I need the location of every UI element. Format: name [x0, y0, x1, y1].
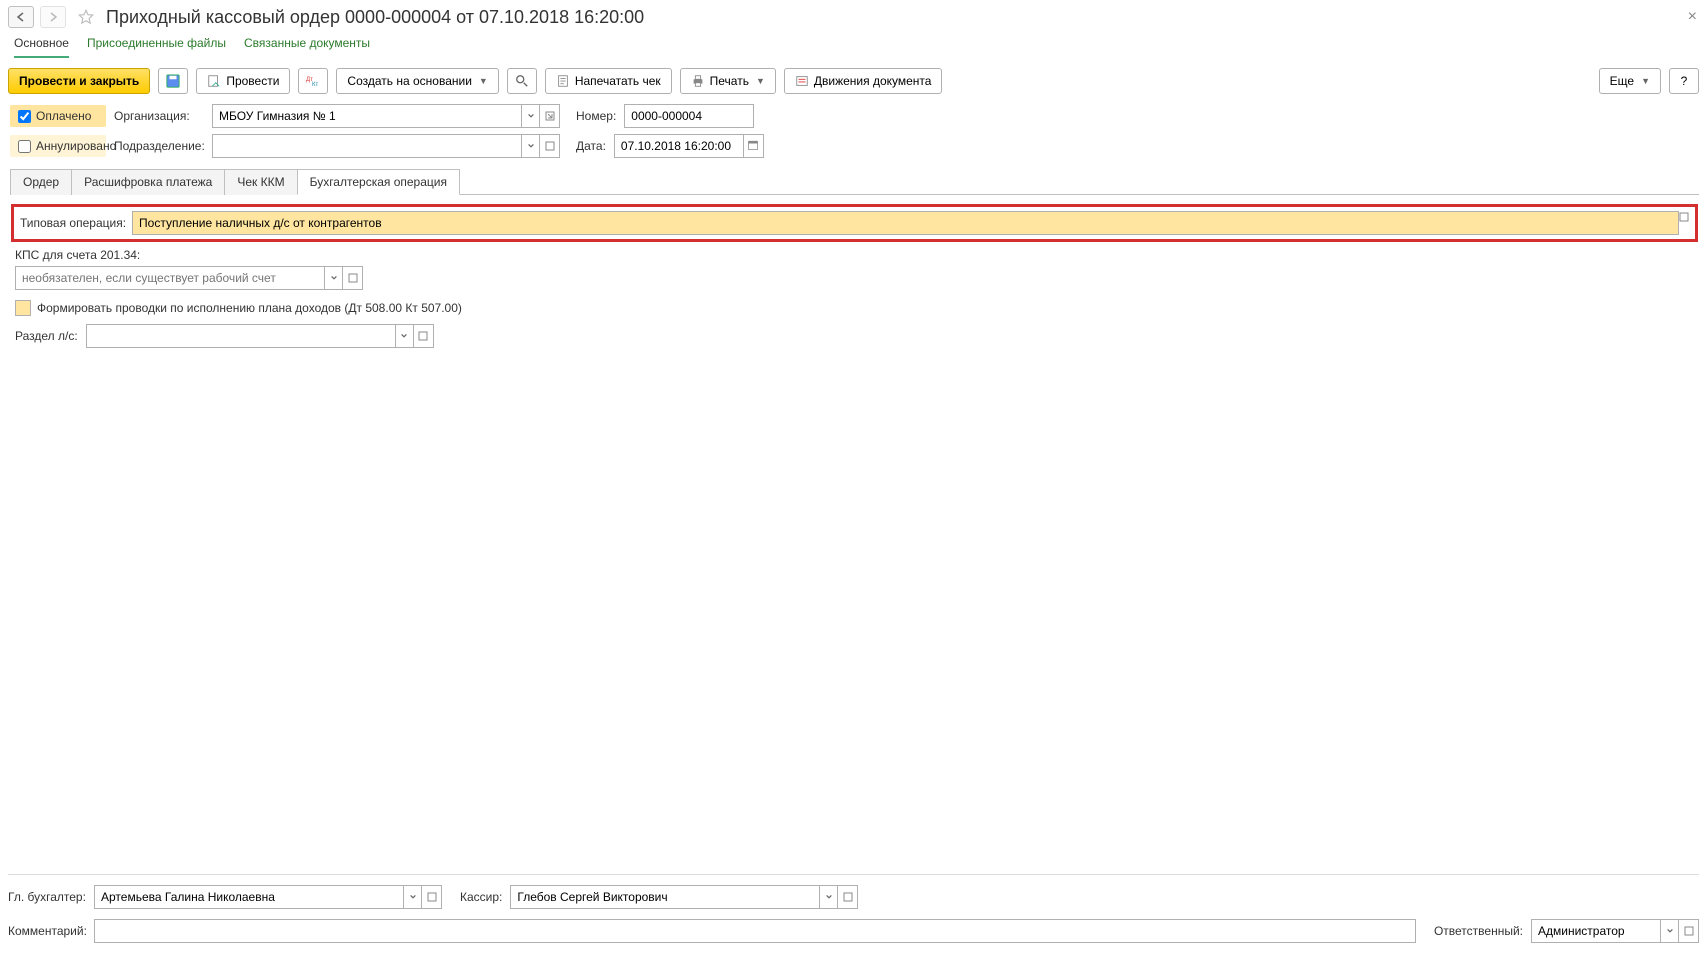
comment-label: Комментарий:: [8, 924, 86, 938]
nav-forward-button[interactable]: [40, 6, 66, 28]
post-icon: [207, 74, 221, 88]
save-button[interactable]: [158, 68, 188, 94]
page-title: Приходный кассовый ордер 0000-000004 от …: [106, 7, 644, 28]
section-input[interactable]: [86, 324, 396, 348]
nav-back-button[interactable]: [8, 6, 34, 28]
date-picker-button[interactable]: [744, 134, 764, 158]
cashier-dropdown[interactable]: [820, 885, 838, 909]
subnav-related-docs[interactable]: Связанные документы: [244, 36, 370, 58]
tab-kkm[interactable]: Чек ККМ: [224, 169, 297, 195]
cancelled-checkbox[interactable]: [18, 140, 31, 153]
section-open[interactable]: [414, 324, 434, 348]
calendar-icon: [747, 139, 759, 154]
kps-dropdown[interactable]: [325, 266, 343, 290]
tab-decoding[interactable]: Расшифровка платежа: [71, 169, 225, 195]
dept-dropdown[interactable]: [522, 134, 540, 158]
dept-open[interactable]: [540, 134, 560, 158]
movements-icon: [795, 74, 809, 88]
subnav-main[interactable]: Основное: [14, 36, 69, 58]
dt-kt-button[interactable]: ДтКт: [298, 68, 328, 94]
help-button[interactable]: ?: [1669, 68, 1699, 94]
kps-input[interactable]: [15, 266, 325, 290]
chief-acc-input[interactable]: [94, 885, 404, 909]
typical-op-label: Типовая операция:: [20, 216, 126, 230]
section-dropdown[interactable]: [396, 324, 414, 348]
print-check-button[interactable]: Напечатать чек: [545, 68, 672, 94]
paid-checkbox[interactable]: [18, 110, 31, 123]
receipt-icon: [556, 74, 570, 88]
form-entries-label: Формировать проводки по исполнению плана…: [37, 301, 462, 315]
search-icon: [515, 74, 529, 88]
close-icon[interactable]: ×: [1688, 8, 1697, 26]
print-icon: [691, 74, 705, 88]
responsible-open[interactable]: [1679, 919, 1699, 943]
tabs: Ордер Расшифровка платежа Чек ККМ Бухгал…: [10, 168, 1699, 195]
org-open[interactable]: [540, 104, 560, 128]
tab-order[interactable]: Ордер: [10, 169, 72, 195]
print-button[interactable]: Печать▼: [680, 68, 776, 94]
date-input[interactable]: [614, 134, 744, 158]
post-and-close-button[interactable]: Провести и закрыть: [8, 68, 150, 94]
subnav-attached-files[interactable]: Присоединенные файлы: [87, 36, 226, 58]
typical-op-open[interactable]: [1679, 211, 1689, 235]
toolbar: Провести и закрыть Провести ДтКт Создать…: [8, 68, 1699, 94]
typical-operation-highlight: Типовая операция:: [11, 204, 1698, 242]
svg-text:Кт: Кт: [312, 82, 318, 88]
favorite-star-icon[interactable]: [76, 7, 96, 27]
dept-label: Подразделение:: [114, 139, 204, 153]
post-button[interactable]: Провести: [196, 68, 290, 94]
save-icon: [166, 74, 180, 88]
chief-acc-open[interactable]: [422, 885, 442, 909]
cashier-open[interactable]: [838, 885, 858, 909]
dt-kt-icon: ДтКт: [306, 74, 320, 88]
subnav: Основное Присоединенные файлы Связанные …: [8, 36, 1699, 58]
org-label: Организация:: [114, 109, 204, 123]
paid-checkbox-wrap[interactable]: Оплачено: [10, 105, 106, 127]
search-button[interactable]: [507, 68, 537, 94]
cancelled-checkbox-wrap[interactable]: Аннулировано: [10, 135, 106, 157]
dept-input[interactable]: [212, 134, 522, 158]
chief-acc-label: Гл. бухгалтер:: [8, 890, 86, 904]
section-label: Раздел л/с:: [15, 329, 78, 343]
number-input[interactable]: [624, 104, 754, 128]
responsible-input[interactable]: [1531, 919, 1661, 943]
cashier-label: Кассир:: [460, 890, 502, 904]
tab-accounting-op[interactable]: Бухгалтерская операция: [297, 169, 460, 195]
comment-input[interactable]: [94, 919, 1416, 943]
number-label: Номер:: [576, 109, 616, 123]
responsible-label: Ответственный:: [1434, 924, 1523, 938]
doc-movements-button[interactable]: Движения документа: [784, 68, 943, 94]
create-based-button[interactable]: Создать на основании▼: [336, 68, 498, 94]
date-label: Дата:: [576, 139, 606, 153]
org-dropdown[interactable]: [522, 104, 540, 128]
typical-op-input[interactable]: [132, 211, 1679, 235]
kps-label: КПС для счета 201.34:: [15, 248, 1698, 262]
kps-open[interactable]: [343, 266, 363, 290]
responsible-dropdown[interactable]: [1661, 919, 1679, 943]
form-entries-checkbox[interactable]: [15, 300, 31, 316]
more-button[interactable]: Еще▼: [1599, 68, 1661, 94]
org-input[interactable]: [212, 104, 522, 128]
cashier-input[interactable]: [510, 885, 820, 909]
help-icon: ?: [1681, 74, 1688, 88]
chief-acc-dropdown[interactable]: [404, 885, 422, 909]
